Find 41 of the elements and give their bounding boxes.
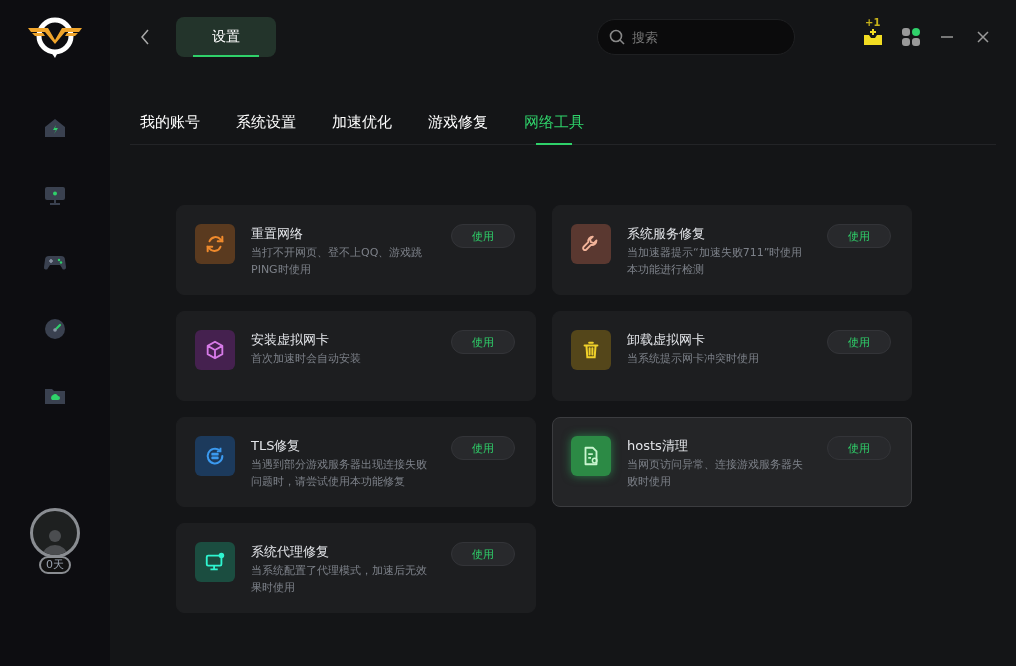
tool-title: 卸载虚拟网卡 bbox=[627, 331, 706, 349]
tool-title: 系统服务修复 bbox=[627, 225, 706, 243]
tool-title: TLS修复 bbox=[251, 437, 302, 455]
search-icon bbox=[609, 29, 625, 45]
vip-days-badge: 0天 bbox=[39, 556, 71, 574]
use-button[interactable]: 使用 bbox=[451, 330, 515, 354]
use-button[interactable]: 使用 bbox=[827, 436, 891, 460]
tool-description: 当系统提示网卡冲突时使用 bbox=[627, 351, 760, 367]
server-icon bbox=[204, 445, 226, 467]
back-icon[interactable] bbox=[140, 29, 150, 45]
tool-description: 当遇到部分游戏服务器出现连接失败问题时，请尝试使用本功能修复 bbox=[251, 457, 427, 490]
monitor-icon bbox=[204, 551, 226, 573]
tool-title: 重置网络 bbox=[251, 225, 304, 243]
reward-count: +1 bbox=[865, 17, 881, 28]
tool-description: 当加速器提示“加速失败711”时使用本功能进行检测 bbox=[627, 245, 803, 278]
tool-description: 首次加速时会自动安装 bbox=[251, 351, 362, 367]
use-button[interactable]: 使用 bbox=[827, 224, 891, 248]
refresh-icon bbox=[204, 233, 226, 255]
settings-tab[interactable]: 系统设置 bbox=[236, 113, 296, 144]
avatar[interactable] bbox=[30, 508, 80, 558]
page-tab[interactable]: 设置 bbox=[176, 17, 276, 57]
cube-icon bbox=[204, 339, 226, 361]
use-button[interactable]: 使用 bbox=[827, 330, 891, 354]
tool-title: 系统代理修复 bbox=[251, 543, 330, 561]
use-button[interactable]: 使用 bbox=[451, 436, 515, 460]
tool-title: 安装虚拟网卡 bbox=[251, 331, 330, 349]
use-button[interactable]: 使用 bbox=[451, 224, 515, 248]
apps-icon[interactable] bbox=[902, 28, 920, 46]
tool-description: 当系统配置了代理模式，加速后无效果时使用 bbox=[251, 563, 427, 596]
settings-tab[interactable]: 网络工具 bbox=[524, 113, 584, 144]
gift-box-icon[interactable] bbox=[862, 26, 884, 48]
tool-title: hosts清理 bbox=[627, 437, 689, 455]
home-icon[interactable] bbox=[43, 116, 67, 140]
settings-tab[interactable]: 我的账号 bbox=[140, 113, 200, 144]
settings-tab[interactable]: 游戏修复 bbox=[428, 113, 488, 144]
tool-description: 当打不开网页、登不上QQ、游戏跳PING时使用 bbox=[251, 245, 424, 278]
speedometer-icon[interactable] bbox=[43, 317, 67, 341]
settings-tab[interactable]: 加速优化 bbox=[332, 113, 392, 144]
use-button[interactable]: 使用 bbox=[451, 542, 515, 566]
search-field[interactable]: 搜索 bbox=[597, 19, 795, 55]
tool-description: 当网页访问异常、连接游戏服务器失败时使用 bbox=[627, 457, 803, 490]
